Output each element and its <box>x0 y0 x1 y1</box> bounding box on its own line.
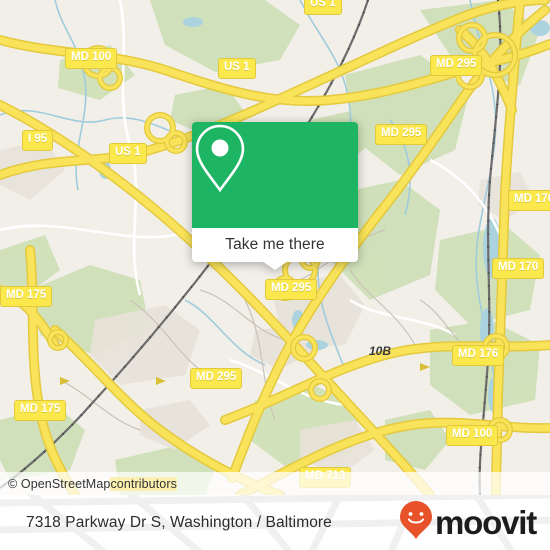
footer-bar: 7318 Parkway Dr S, Washington / Baltimor… <box>0 495 550 550</box>
road-shield: MD 295 <box>265 279 318 300</box>
road-shield: MD 295 <box>375 124 428 145</box>
location-callout[interactable]: Take me there <box>192 122 358 270</box>
address-text: 7318 Parkway Dr S, Washington / Baltimor… <box>26 495 332 550</box>
map-page: MD 100 US 1 US 1 MD 295 I 95 US 1 MD 295 MD 170… <box>0 0 550 550</box>
map-canvas[interactable]: MD 100 US 1 US 1 MD 295 I 95 US 1 MD 295 MD 170… <box>0 0 550 495</box>
attribution-contributors-link[interactable]: contributors <box>110 476 177 491</box>
road-shield: MD 295 <box>190 368 243 389</box>
road-shield: US 1 <box>218 58 256 79</box>
exit-label: 10B <box>369 344 392 358</box>
osm-attribution: © OpenStreetMap contributors <box>0 472 550 495</box>
moovit-wordmark: moovit <box>435 504 537 541</box>
address-label: 7318 Parkway Dr S, Washington / Baltimor… <box>26 513 332 531</box>
road-shield: I 95 <box>22 130 54 151</box>
road-shield: MD 295 <box>430 55 483 76</box>
callout-icon-panel <box>192 122 358 228</box>
road-shield: MD 170 <box>492 258 545 279</box>
road-shield: MD 175 <box>14 400 67 421</box>
callout-tail <box>262 261 288 270</box>
road-shield: MD 170 <box>508 190 550 211</box>
take-me-there-button[interactable]: Take me there <box>192 228 358 262</box>
road-shield: MD 176 <box>452 345 505 366</box>
road-shield: MD 175 <box>0 286 53 307</box>
moovit-logo[interactable]: moovit <box>399 495 537 550</box>
attribution-prefix: © OpenStreetMap <box>8 476 111 491</box>
take-me-there-label: Take me there <box>225 236 325 253</box>
road-shield: MD 100 <box>446 425 499 446</box>
road-shield: US 1 <box>304 0 342 15</box>
moovit-pin-smiley-icon <box>399 500 433 545</box>
road-shield: MD 100 <box>65 48 118 69</box>
road-shield: US 1 <box>109 143 147 164</box>
